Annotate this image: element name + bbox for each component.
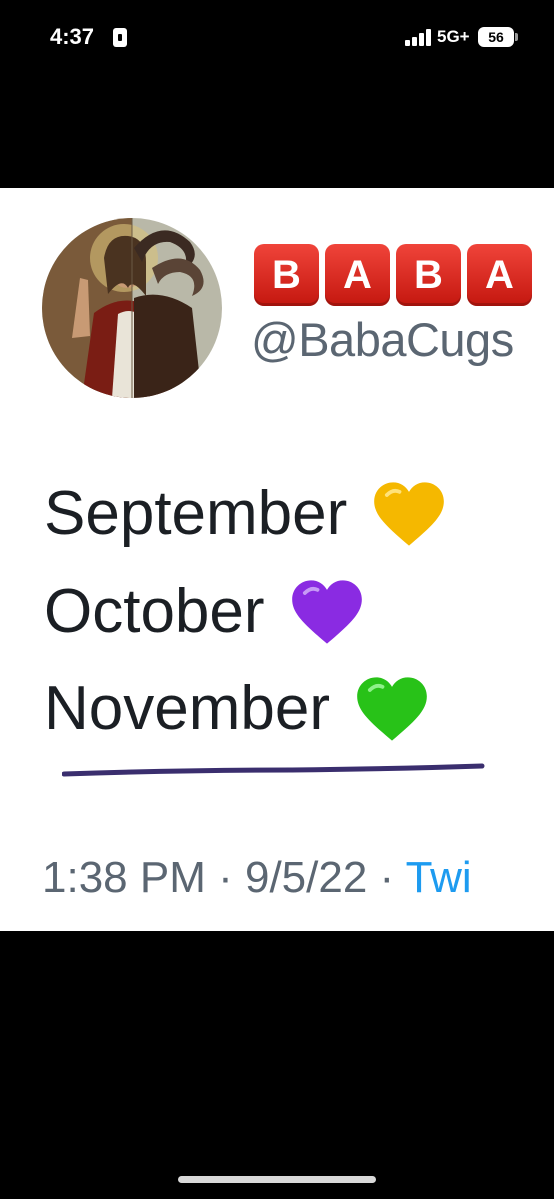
letter-b-tile: B — [254, 244, 319, 306]
tweet-time: 1:38 PM — [42, 853, 206, 902]
separator-dot: · — [367, 853, 406, 902]
battery-level: 56 — [488, 29, 504, 45]
tweet-line-text: September — [44, 479, 348, 548]
tweet-screenshot: B A B A @BabaCugs September October Nove… — [0, 188, 554, 931]
hand-drawn-underline — [62, 763, 485, 777]
tweet-timestamp: 1:38 PM · 9/5/22 · Twi — [42, 853, 472, 903]
status-time: 4:37 — [50, 24, 95, 49]
tweet-line-text: November — [44, 674, 330, 743]
display-name[interactable]: B A B A — [254, 244, 532, 309]
cellular-signal-icon — [405, 29, 433, 46]
separator-dot: · — [205, 853, 245, 902]
letter-b-tile: B — [396, 244, 461, 306]
tweet-line-text: October — [44, 577, 265, 646]
letter-a-tile: A — [325, 244, 390, 306]
sim-card-icon — [113, 28, 127, 47]
network-type: 5G+ — [437, 27, 470, 46]
tweet-date[interactable]: 9/5/22 — [245, 853, 367, 902]
letter-a-tile: A — [467, 244, 532, 306]
status-bar: 4:37 5G+ 56 — [0, 0, 554, 80]
battery-icon: 56 — [478, 27, 518, 47]
tweet-source-link[interactable]: Twi — [406, 853, 472, 902]
purple-heart-icon — [291, 579, 362, 644]
green-heart-icon — [357, 676, 427, 741]
yellow-heart-icon — [374, 481, 445, 546]
home-indicator[interactable] — [178, 1176, 376, 1183]
tweet-line-october: October — [44, 576, 365, 647]
tweet-line-november: November — [44, 673, 430, 744]
tweet-line-september: September — [44, 478, 447, 549]
user-handle[interactable]: @BabaCugs — [251, 312, 514, 367]
profile-avatar[interactable] — [42, 218, 222, 398]
